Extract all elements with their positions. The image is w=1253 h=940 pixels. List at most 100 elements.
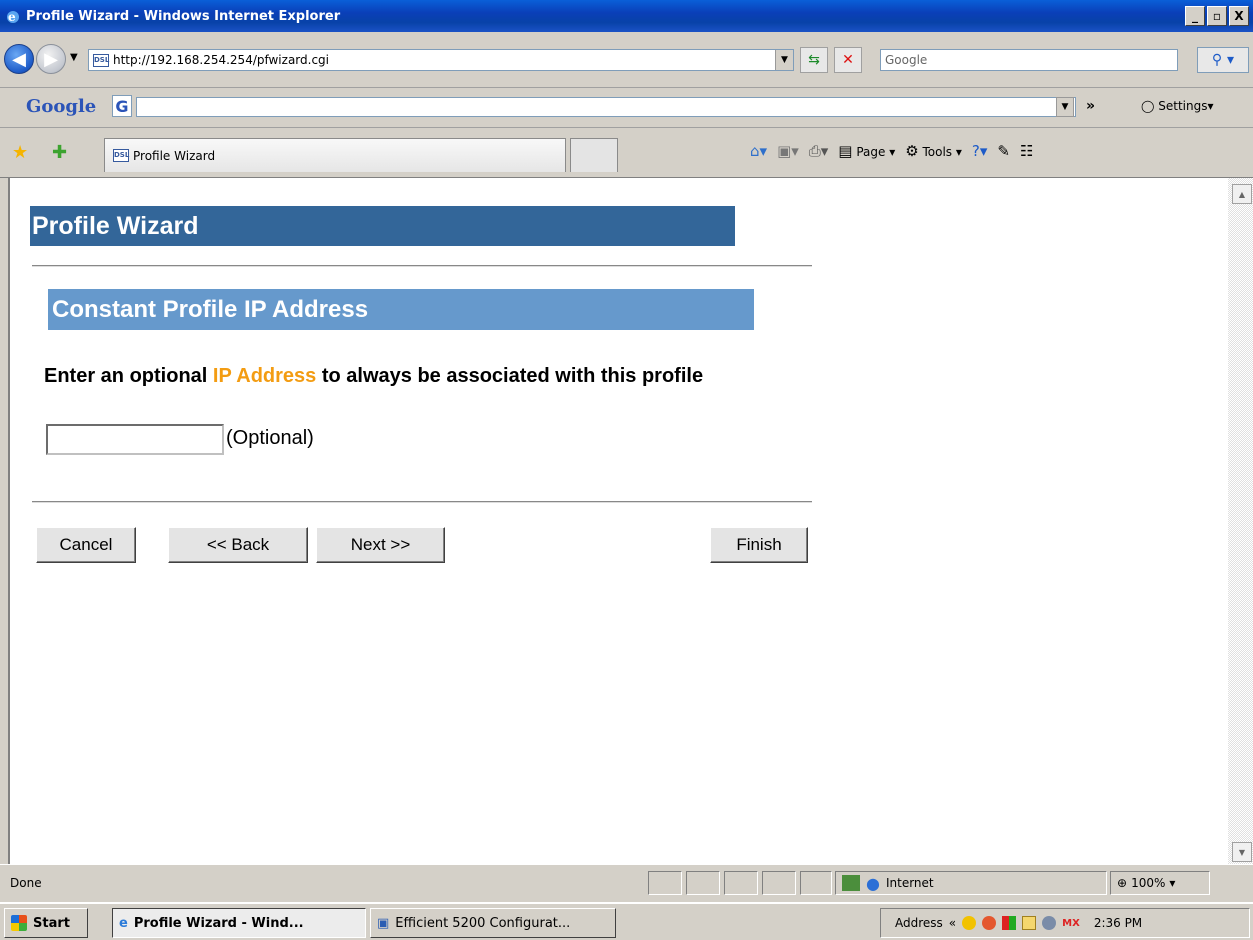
search-icon[interactable]: ⚲ ▾ (1197, 47, 1249, 73)
cancel-button[interactable]: Cancel (36, 527, 136, 563)
document-icon: ▣ (377, 915, 390, 931)
google-dropdown-icon[interactable]: ▼ (1056, 97, 1074, 117)
taskbar: Start e Profile Wizard - Wind... ▣ Effic… (0, 902, 1253, 940)
settings-button[interactable]: ◯ Settings▾ (1141, 99, 1214, 113)
tray-badge-icon[interactable]: MX (1062, 918, 1080, 929)
prompt-text-end: to always be associated with this profil… (316, 365, 704, 387)
taskbar-item-configuration[interactable]: ▣ Efficient 5200 Configurat... (370, 908, 616, 938)
maximize-button[interactable]: ▫ (1207, 6, 1227, 26)
page-icon: ▤ (838, 142, 853, 160)
section-title: Constant Profile IP Address (48, 289, 754, 330)
svg-text:e: e (8, 10, 16, 24)
tools-menu-label: Tools (922, 145, 953, 159)
page-menu-label: Page (856, 145, 886, 159)
scroll-down-icon[interactable]: ▼ (1232, 842, 1252, 862)
page-content: Profile Wizard Constant Profile IP Addre… (8, 178, 1228, 864)
status-cell (648, 871, 682, 895)
back-button[interactable]: ◀ (4, 44, 34, 74)
security-zone[interactable]: ● Internet (835, 871, 1107, 895)
forward-arrow-icon: ▶ (44, 48, 58, 70)
home-icon[interactable]: ⌂▾ (750, 142, 767, 160)
windows-logo-icon (11, 915, 27, 931)
tray-address-label[interactable]: Address (895, 916, 943, 930)
taskbar-item-profile-wizard[interactable]: e Profile Wizard - Wind... (112, 908, 366, 938)
divider-bottom (32, 501, 812, 503)
page-title: Profile Wizard (30, 206, 735, 246)
ip-address-input[interactable] (46, 424, 224, 455)
messenger-icon[interactable]: ☷ (1020, 142, 1033, 160)
zoom-icon: ⊕ (1117, 876, 1128, 890)
print-icon[interactable]: ⎙▾ (809, 142, 829, 160)
finish-button[interactable]: Finish (710, 527, 808, 563)
vertical-scrollbar[interactable]: ▲ ▼ (1228, 178, 1253, 864)
forward-button[interactable]: ▶ (36, 44, 66, 74)
next-button[interactable]: Next >> (316, 527, 445, 563)
tray-flag-icon[interactable] (1002, 916, 1017, 930)
prompt-text-start: Enter an optional (44, 365, 213, 387)
tray-expand-icon[interactable]: « (949, 916, 956, 930)
start-label: Start (33, 915, 70, 931)
status-text: Done (10, 876, 42, 890)
google-g-button[interactable]: G (112, 95, 132, 117)
chevron-more-icon[interactable]: » (1086, 98, 1095, 114)
recent-pages-dropdown-icon[interactable]: ▼ (70, 52, 78, 63)
minimize-button[interactable]: _ (1185, 6, 1205, 26)
zoom-level: 100% (1131, 876, 1166, 890)
favorites-star-icon[interactable]: ★ (12, 142, 28, 163)
back-arrow-icon: ◀ (12, 48, 26, 70)
search-input[interactable]: Google (880, 49, 1178, 71)
tab-profile-wizard[interactable]: DSL Profile Wizard (104, 138, 566, 172)
address-dropdown-icon[interactable]: ▼ (775, 50, 793, 70)
system-tray: Address « MX 2:36 PM (880, 908, 1250, 938)
optional-label: (Optional) (226, 427, 314, 449)
security-shield-icon[interactable] (962, 916, 977, 930)
tray-app-icon[interactable] (982, 916, 997, 930)
zoom-control[interactable]: ⊕ 100% ▾ (1110, 871, 1210, 895)
google-toolbar: Google G ▼ » ◯ Settings▾ (0, 88, 1253, 128)
address-bar[interactable]: DSL http://192.168.254.254/pfwizard.cgi … (88, 49, 794, 71)
clock: 2:36 PM (1093, 916, 1143, 930)
ie-icon: e (119, 915, 128, 931)
prompt-highlight: IP Address (212, 365, 317, 387)
new-tab-button[interactable] (570, 138, 618, 172)
globe-icon: ● (866, 873, 880, 893)
address-url[interactable]: http://192.168.254.254/pfwizard.cgi (113, 53, 329, 67)
favorites-bar: ★ ✚ DSL Profile Wizard ⌂▾ ▣▾ ⎙▾ ▤ Page ▾… (0, 128, 1253, 178)
add-favorite-icon[interactable]: ✚ (52, 142, 67, 163)
window-titlebar: e Profile Wizard - Windows Internet Expl… (0, 0, 1253, 32)
stop-icon[interactable]: ✕ (834, 47, 862, 73)
back-step-button[interactable]: << Back (168, 527, 308, 563)
scroll-up-icon[interactable]: ▲ (1232, 184, 1252, 204)
google-logo: Google (26, 96, 97, 117)
ip-prompt: Enter an optional IP Address to always b… (44, 364, 764, 388)
taskbar-item-label: Efficient 5200 Configurat... (395, 915, 571, 931)
page-menu[interactable]: ▤ Page ▾ (838, 142, 895, 160)
zone-label: Internet (885, 876, 934, 890)
status-bar: Done ● Internet ⊕ 100% ▾ (0, 864, 1253, 902)
tab-favicon-icon: DSL (113, 149, 129, 162)
close-button[interactable]: X (1229, 6, 1249, 26)
status-cell (724, 871, 758, 895)
help-icon[interactable]: ?▾ (972, 142, 988, 160)
zoom-dropdown-icon: ▾ (1169, 876, 1176, 890)
status-cell (686, 871, 720, 895)
folder-icon[interactable] (1022, 916, 1037, 930)
tab-label: Profile Wizard (133, 148, 216, 163)
tools-menu[interactable]: ⚙ Tools ▾ (905, 142, 962, 160)
address-row: ◀ ▶ ▼ DSL http://192.168.254.254/pfwizar… (0, 32, 1253, 88)
settings-label: Settings (1158, 99, 1208, 113)
start-button[interactable]: Start (4, 908, 88, 938)
research-icon[interactable]: ✎ (997, 142, 1010, 160)
command-bar: ⌂▾ ▣▾ ⎙▾ ▤ Page ▾ ⚙ Tools ▾ ?▾ ✎ ☷ (750, 142, 1033, 160)
ie-logo-icon: e (7, 10, 19, 24)
window-title: Profile Wizard - Windows Internet Explor… (26, 8, 341, 24)
tray-network-icon[interactable] (1042, 916, 1057, 930)
tools-gear-icon: ⚙ (905, 142, 919, 160)
site-favicon-icon: DSL (93, 53, 109, 67)
feeds-icon[interactable]: ▣▾ (777, 142, 799, 160)
refresh-icon[interactable]: ⇆ (800, 47, 828, 73)
google-search-input[interactable] (136, 97, 1076, 117)
divider-top (32, 265, 812, 267)
status-cell (762, 871, 796, 895)
protected-mode-icon (842, 875, 860, 891)
